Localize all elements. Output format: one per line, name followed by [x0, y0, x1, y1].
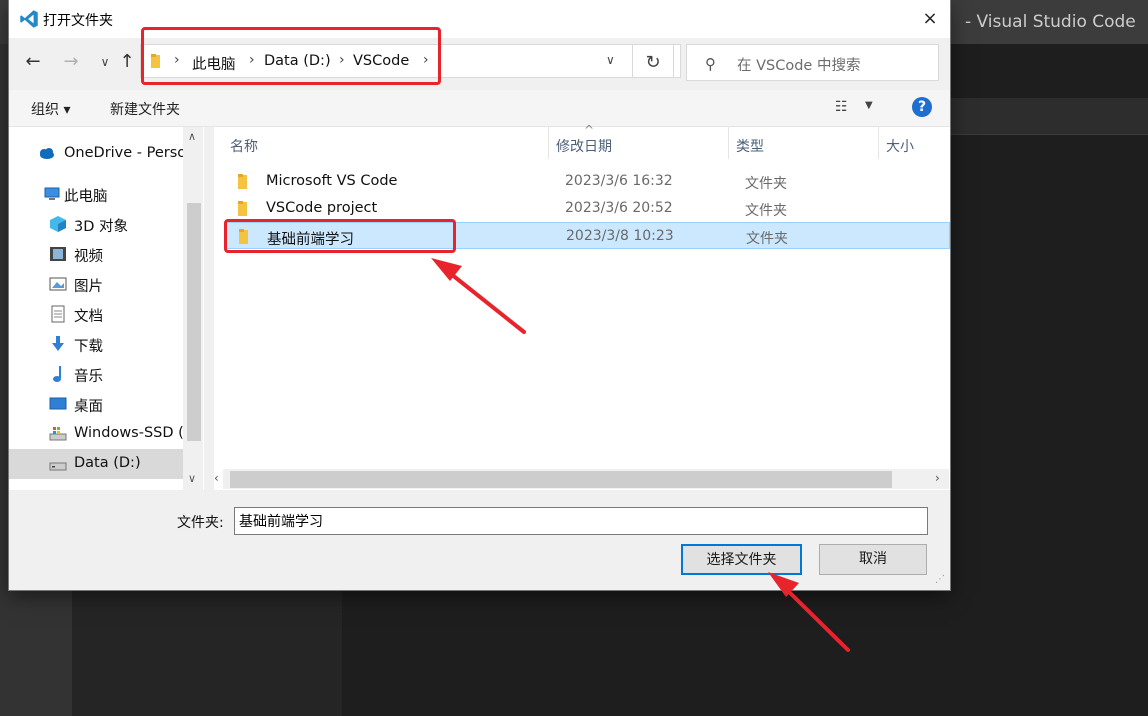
annotation-arrows [431, 258, 850, 652]
annotation-arrow-to-select-button [768, 572, 850, 652]
annotation-arrow-to-folder [431, 258, 526, 334]
